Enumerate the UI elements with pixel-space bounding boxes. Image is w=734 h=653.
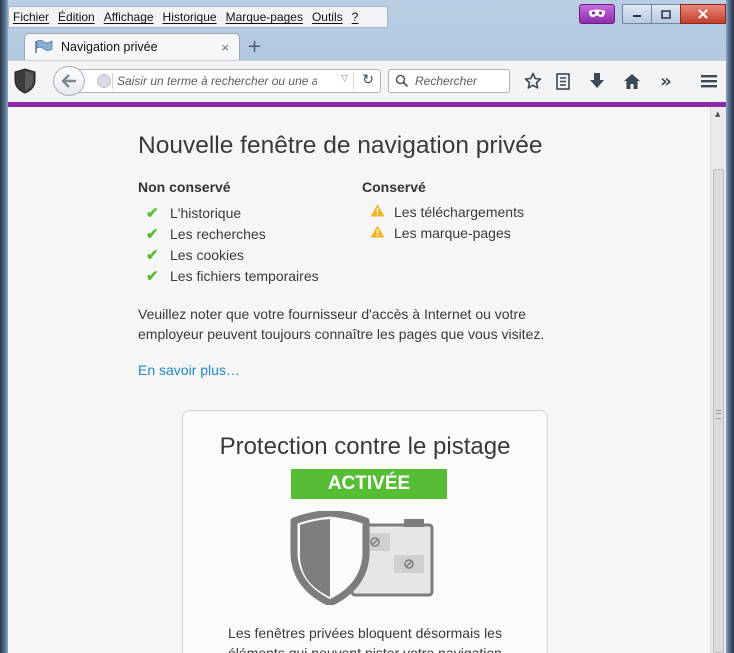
minimize-icon <box>633 15 641 17</box>
reading-list-icon[interactable] <box>552 70 574 92</box>
list-item-label: Les recherches <box>170 226 266 242</box>
learn-more-link[interactable]: En savoir plus… <box>138 362 240 378</box>
scrollbar-thumb[interactable] <box>713 169 724 653</box>
tracking-protection-card: Protection contre le pistage ACTIVÉE Les… <box>182 410 548 653</box>
search-bar[interactable] <box>388 69 510 93</box>
checkmark-icon: ✔ <box>146 268 159 285</box>
menu-outils[interactable]: Outils <box>312 10 343 24</box>
list-item: ✔ L'historique <box>146 204 241 222</box>
search-input[interactable] <box>415 74 495 88</box>
list-item-label: Les fichiers temporaires <box>170 268 319 284</box>
checkmark-icon: ✔ <box>146 226 159 243</box>
page-content: Nouvelle fenêtre de navigation privée No… <box>8 107 710 653</box>
private-browsing-indicator <box>579 4 615 24</box>
url-dropdown-icon[interactable]: ▽ <box>341 74 348 84</box>
tab-close-button[interactable]: × <box>221 40 229 55</box>
new-tab-button[interactable]: + <box>247 36 262 57</box>
tracking-shield-icon <box>290 511 434 605</box>
list-item-label: Les marque-pages <box>394 225 511 241</box>
menu-historique[interactable]: Historique <box>163 10 217 24</box>
globe-icon <box>97 74 111 88</box>
list-item-label: L'historique <box>170 205 242 221</box>
private-flag-icon <box>35 40 53 53</box>
menu-marque-pages[interactable]: Marque-pages <box>226 10 303 24</box>
hamburger-menu-icon[interactable] <box>698 70 720 92</box>
maximize-icon <box>661 9 671 19</box>
menu-edition[interactable]: Édition <box>58 10 95 24</box>
url-input[interactable] <box>117 74 317 88</box>
url-separator-2 <box>353 73 354 89</box>
private-mask-icon[interactable] <box>14 68 36 94</box>
reload-icon[interactable]: ↻ <box>362 72 374 88</box>
window-frame-left <box>0 0 8 653</box>
menu-fichier[interactable]: Fichier <box>13 10 49 24</box>
close-icon <box>698 9 708 19</box>
page-title: Nouvelle fenêtre de navigation privée <box>138 132 543 159</box>
tab-private-browsing[interactable]: Navigation privée × <box>24 33 240 60</box>
list-item: Les téléchargements <box>370 204 524 220</box>
url-separator <box>112 73 113 89</box>
url-bar[interactable]: ▽ ↻ <box>78 69 381 93</box>
close-window-button[interactable] <box>680 4 726 24</box>
window-frame-right <box>726 0 734 653</box>
search-icon <box>395 74 409 88</box>
scroll-up-arrow-icon[interactable]: ▲ <box>715 110 720 118</box>
checkmark-icon: ✔ <box>146 205 159 222</box>
browser-window: Fichier Édition Affichage Historique Mar… <box>0 0 734 653</box>
list-item-label: Les téléchargements <box>394 204 524 220</box>
vertical-scrollbar[interactable]: ▲ <box>710 107 726 653</box>
back-icon <box>61 74 76 88</box>
warning-icon <box>370 204 394 220</box>
tab-title: Navigation privée <box>61 40 158 54</box>
isp-notice: Veuillez noter que votre fournisseur d'a… <box>138 306 545 342</box>
menu-affichage[interactable]: Affichage <box>104 10 154 24</box>
scrollbar-grip-icon <box>716 410 721 419</box>
minimize-button[interactable] <box>622 4 652 24</box>
overflow-icon[interactable]: » <box>655 70 677 92</box>
list-item: ✔ Les cookies <box>146 246 244 264</box>
home-icon[interactable] <box>621 70 643 92</box>
tracking-protection-toggle[interactable]: ACTIVÉE <box>291 469 447 499</box>
list-item: Les marque-pages <box>370 225 511 241</box>
list-item-label: Les cookies <box>170 247 244 263</box>
list-item: ✔ Les recherches <box>146 225 266 243</box>
private-mask-badge-icon <box>589 9 605 18</box>
kept-heading: Conservé <box>362 179 426 195</box>
tracking-protection-title: Protection contre le pistage <box>219 433 511 460</box>
list-item: ✔ Les fichiers temporaires <box>146 267 319 285</box>
window-caption-buttons <box>579 4 726 24</box>
maximize-button[interactable] <box>651 4 681 24</box>
not-kept-heading: Non conservé <box>138 179 231 195</box>
menu-aide[interactable]: ? <box>352 10 359 24</box>
checkmark-icon: ✔ <box>146 247 159 264</box>
back-button[interactable] <box>53 66 85 96</box>
warning-icon <box>370 225 394 241</box>
tracking-protection-description: Les fenêtres privées bloquent désormais … <box>228 625 502 653</box>
bookmark-star-icon[interactable] <box>522 70 544 92</box>
menu-bar: Fichier Édition Affichage Historique Mar… <box>8 6 388 28</box>
download-icon[interactable] <box>586 70 608 92</box>
